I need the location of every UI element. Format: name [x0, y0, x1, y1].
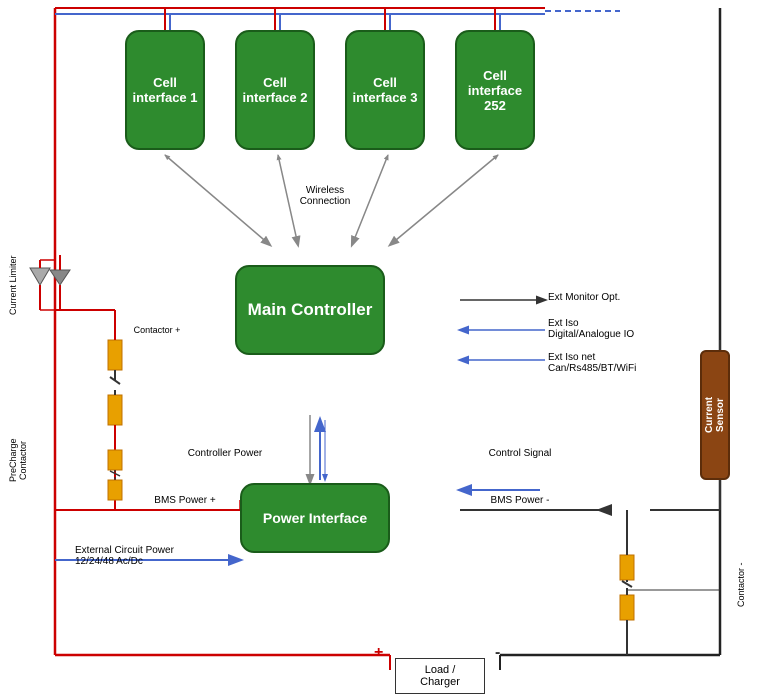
ext-monitor-label: Ext Monitor Opt. [548, 292, 678, 303]
main-controller: Main Controller [235, 265, 385, 355]
plus-label: + [374, 644, 383, 662]
cell-interface-2: Cell interface 2 [235, 30, 315, 150]
load-charger-box: Load /Charger [395, 658, 485, 694]
cell-interface-3: Cell interface 3 [345, 30, 425, 150]
cell-interface-252: Cell interface 252 [455, 30, 535, 150]
minus-label: - [495, 644, 500, 662]
current-limiter-label: Current Limiter [8, 255, 38, 315]
contactor-minus-label: Contactor - [736, 545, 766, 625]
current-sensor: CurrentSensor [700, 350, 730, 480]
power-interface: Power Interface [240, 483, 390, 553]
wireless-connection-label: WirelessConnection [280, 185, 370, 207]
ext-iso-net-label: Ext Iso netCan/Rs485/BT/WiFi [548, 352, 698, 374]
precharge-contactor-label: PreCharge Contactor [8, 420, 38, 500]
cell-interface-1: Cell interface 1 [125, 30, 205, 150]
external-circuit-label: External Circuit Power12/24/48 Ac/Dc [75, 545, 235, 567]
bms-power-plus-label: BMS Power + [130, 495, 240, 506]
ext-iso-label: Ext IsoDigital/Analogue IO [548, 318, 688, 340]
diagram-container: Cell interface 1 Cell interface 2 Cell i… [0, 0, 775, 696]
bms-power-minus-label: BMS Power - [465, 495, 575, 506]
control-signal-label: Control Signal [470, 448, 570, 459]
contactor-plus-label: Contactor + [122, 325, 192, 335]
controller-power-label: Controller Power [175, 448, 275, 459]
